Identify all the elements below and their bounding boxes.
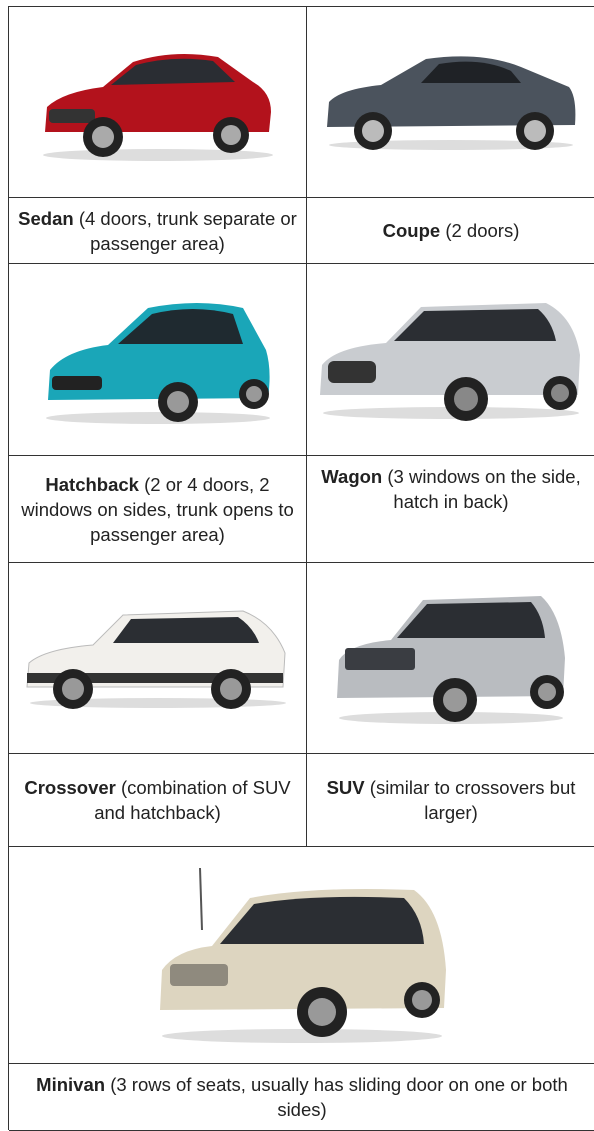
sedan-name: Sedan bbox=[18, 207, 74, 229]
silver-suv-image bbox=[337, 596, 565, 724]
wagon-name: Wagon bbox=[321, 466, 383, 487]
minivan-image-cell bbox=[9, 847, 594, 1064]
suv-image-cell bbox=[307, 563, 594, 754]
teal-hatchback-image bbox=[45, 302, 270, 424]
gray-coupe-image bbox=[327, 56, 576, 150]
coupe-caption: Coupe (2 doors) bbox=[307, 198, 594, 264]
coupe-name: Coupe bbox=[382, 220, 441, 241]
sedan-image-cell bbox=[9, 7, 307, 198]
sedan-caption: Sedan (4 doors, trunk separate or passen… bbox=[9, 198, 307, 264]
minivan-caption: Minivan (3 rows of seats, usually has sl… bbox=[9, 1064, 594, 1131]
minivan-name: Minivan bbox=[36, 1074, 106, 1095]
coupe-image-cell bbox=[307, 7, 594, 198]
hatchback-image-cell bbox=[9, 264, 307, 456]
wagon-caption: Wagon (3 windows on the side, hatch in b… bbox=[307, 456, 594, 563]
hatchback-caption: Hatchback (2 or 4 doors, 2 windows on si… bbox=[9, 456, 307, 563]
suv-caption: SUV (similar to crossovers but larger) bbox=[307, 754, 594, 847]
wagon-description: (3 windows on the side, hatch in back) bbox=[387, 466, 581, 512]
crossover-name: Crossover bbox=[24, 777, 116, 798]
wagon-image-cell bbox=[307, 264, 594, 456]
crossover-caption: Crossover (combination of SUV and hatchb… bbox=[9, 754, 307, 847]
suv-description: (similar to crossovers but larger) bbox=[369, 777, 576, 823]
crossover-image-cell bbox=[9, 563, 307, 754]
sedan-description: (4 doors, trunk separate or passenger ar… bbox=[78, 207, 297, 254]
car-types-table: Sedan (4 doors, trunk separate or passen… bbox=[8, 6, 594, 1131]
crossover-description: (combination of SUV and hatchback) bbox=[94, 777, 291, 823]
red-sedan-image bbox=[42, 53, 273, 161]
white-crossover-image bbox=[25, 610, 286, 709]
silver-wagon-image bbox=[320, 302, 580, 421]
minivan-description: (3 rows of seats, usually has sliding do… bbox=[110, 1074, 568, 1120]
suv-name: SUV bbox=[326, 777, 365, 798]
coupe-description: (2 doors) bbox=[445, 220, 520, 241]
champagne-minivan-image bbox=[160, 867, 446, 1043]
hatchback-name: Hatchback bbox=[45, 473, 139, 495]
